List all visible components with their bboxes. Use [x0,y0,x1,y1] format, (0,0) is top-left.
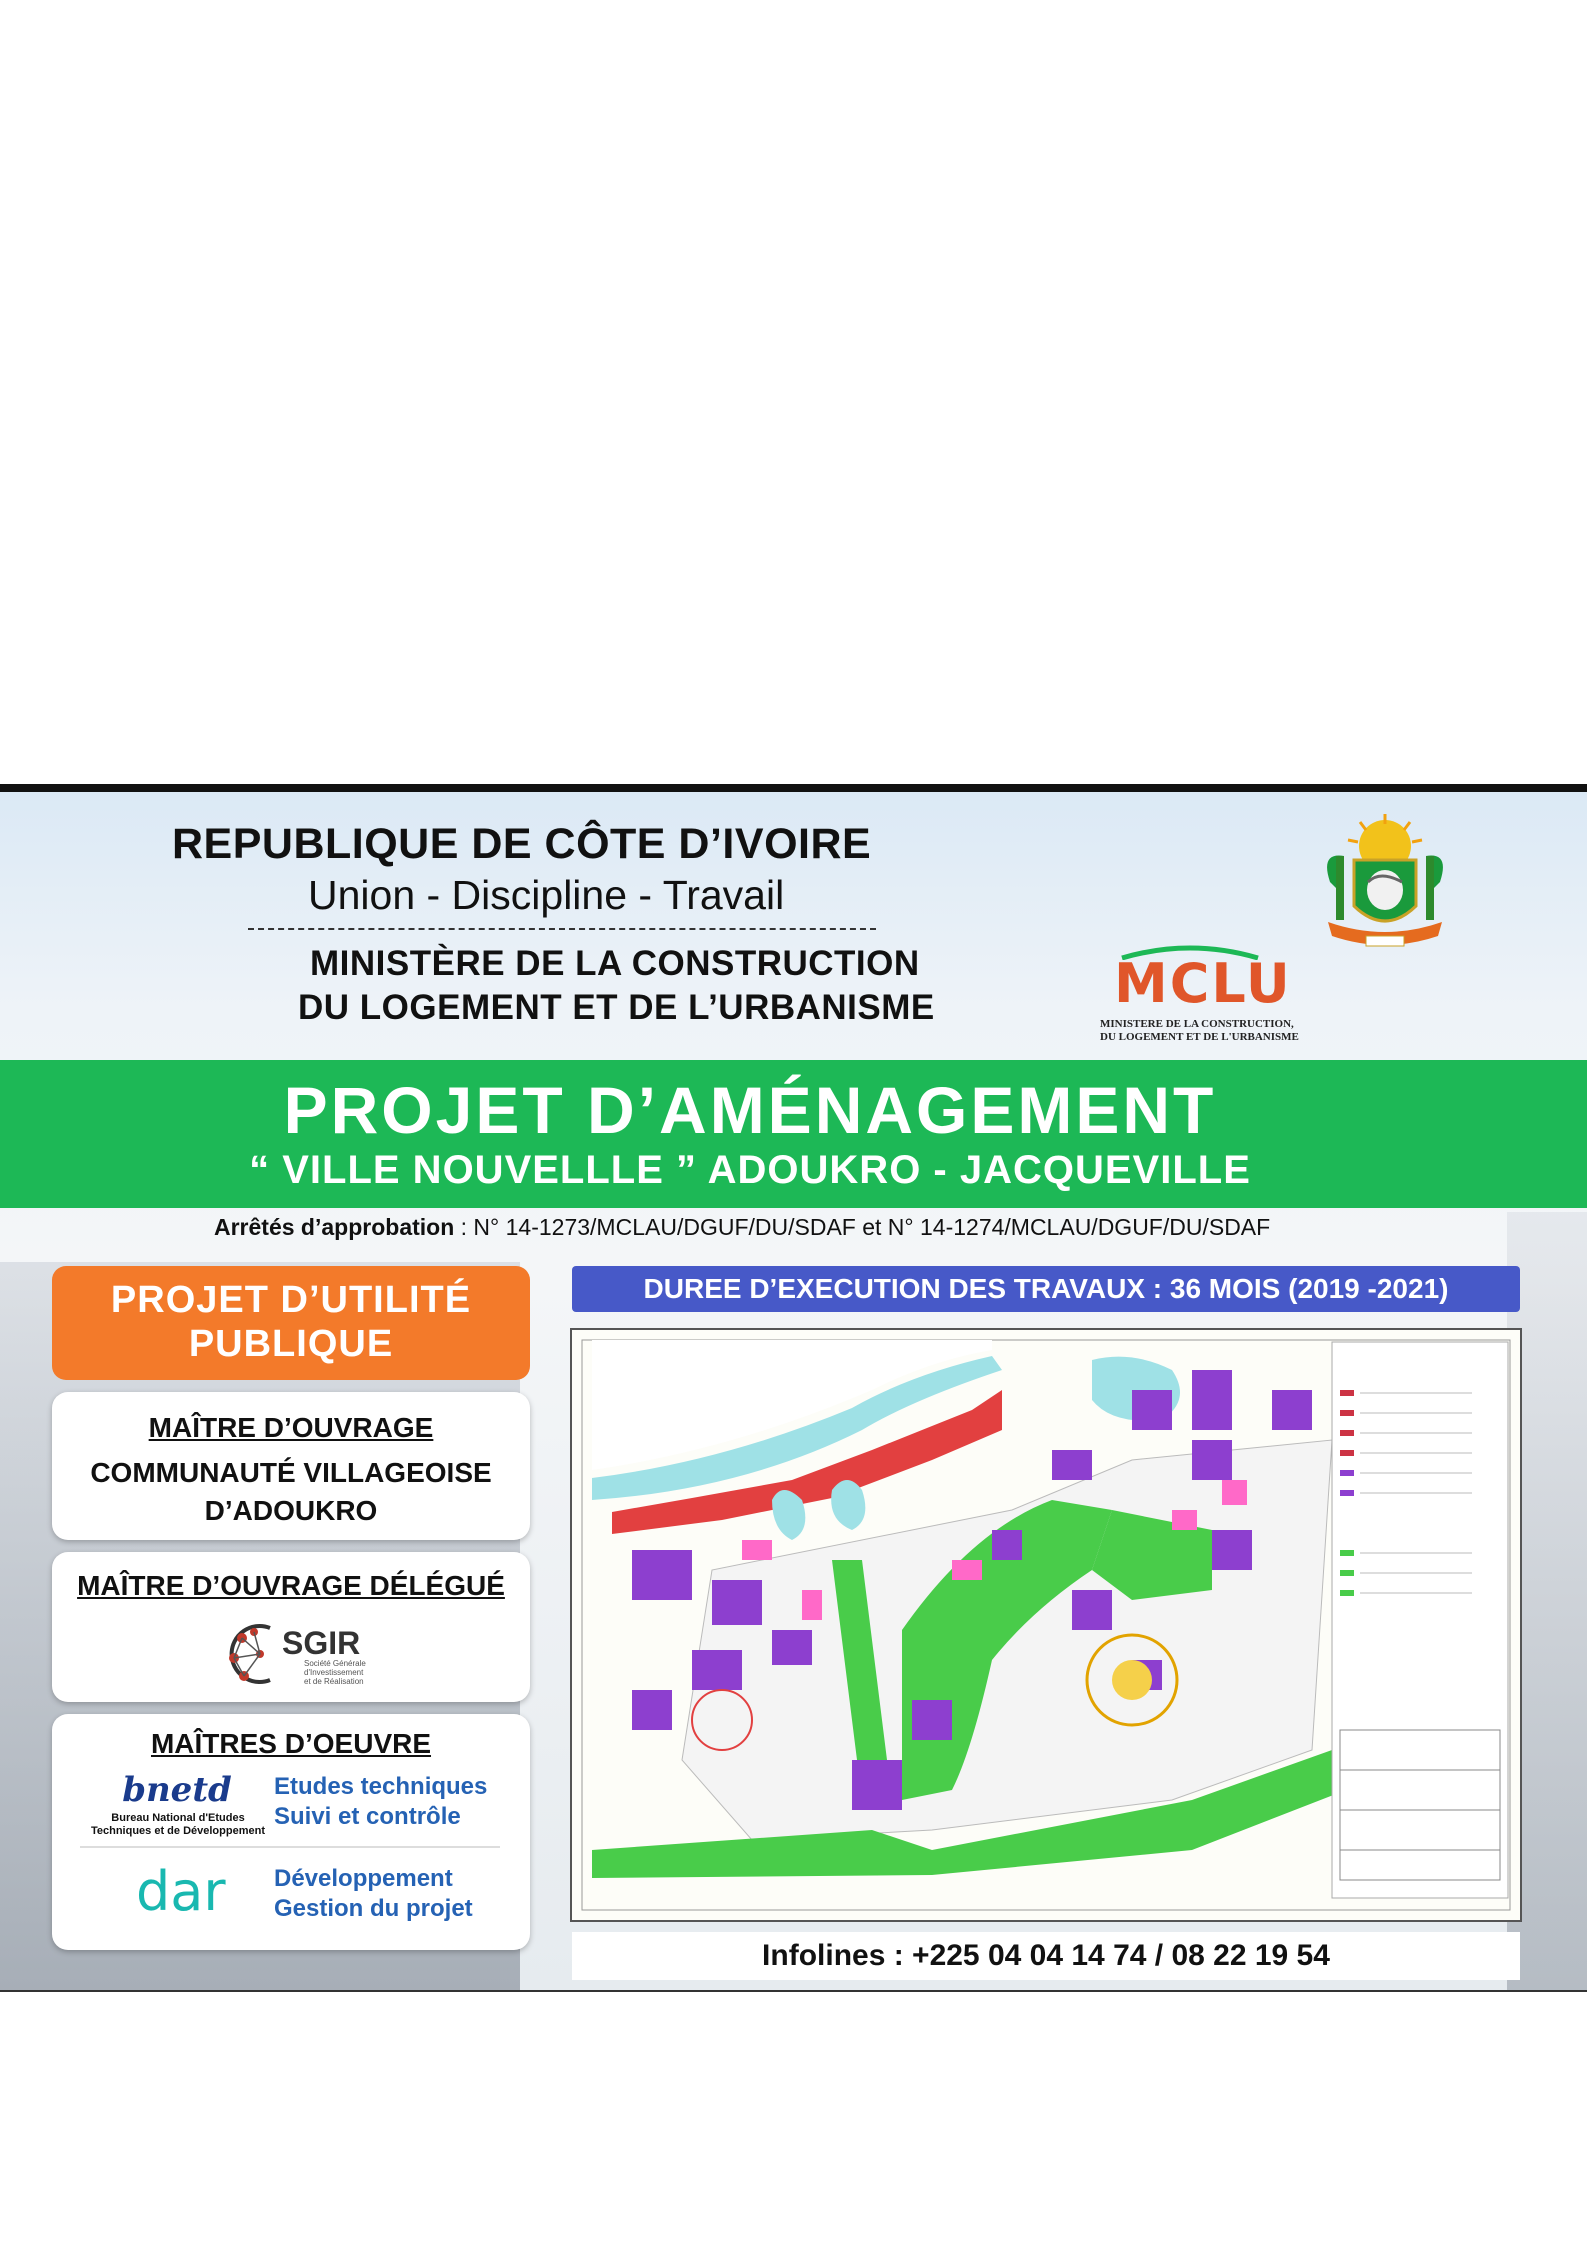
bnetd-sub2: Techniques et de Développement [90,1825,265,1837]
mclu-subtitle-line2: DU LOGEMENT ET DE L'URBANISME [1100,1031,1299,1043]
project-owner-line1: COMMUNAUTÉ VILLAGEOISE [90,1457,492,1488]
project-title: PROJET D’AMÉNAGEMENT [283,1073,1217,1147]
sgir-name: SGIR [282,1625,360,1661]
sgir-sub1: Société Générale [304,1659,366,1668]
mclu-subtitle-line1: MINISTERE DE LA CONSTRUCTION, [1100,1018,1294,1030]
dar-role2: Gestion du projet [274,1895,473,1922]
project-owner-heading: MAÎTRE D’OUVRAGE [148,1412,434,1443]
bnetd-logo: bnetd [122,1770,232,1810]
dar-logo-icon: dar [136,1860,226,1923]
bnetd-sub1: Bureau National d'Etudes [111,1812,245,1824]
sgir-logo-icon: SGIR Société Générale d'Investissement e… [229,1624,366,1686]
bnetd-logo-subtitle: Bureau National d'Etudes Techniques et d… [88,1812,268,1838]
ministry-name-line1: MINISTÈRE DE LA CONSTRUCTION [310,944,920,983]
national-motto: Union - Discipline - Travail [308,872,785,918]
public-utility-line2: PUBLIQUE [188,1323,394,1365]
dar-role1: Développement [274,1865,453,1892]
project-billboard: REPUBLIQUE DE CÔTE D’IVOIRE Union - Disc… [0,784,1587,1992]
bnetd-role2: Suivi et contrôle [274,1803,461,1830]
mclu-subtitle: MINISTERE DE LA CONSTRUCTION, DU LOGEMEN… [1100,1018,1299,1044]
delegated-owner-card: MAÎTRE D’OUVRAGE DÉLÉGUÉ SGIR Société Gé… [52,1552,530,1702]
approval-numbers: : N° 14-1273/MCLAU/DGUF/DU/SDAF et N° 14… [454,1214,1271,1240]
urban-plan-map [570,1328,1522,1922]
ministry-name-line2: DU LOGEMENT ET DE L’URBANISME [298,988,935,1027]
sgir-sub3: et de Réalisation [304,1677,364,1686]
project-title-banner: PROJET D’AMÉNAGEMENT “ VILLE NOUVELLLE ”… [0,1060,1587,1208]
contractors-card: MAÎTRES D’OEUVRE bnetd Bureau National d… [52,1714,530,1950]
project-owner-line2: D’ADOUKRO [204,1495,378,1526]
bnetd-role1: Etudes techniques [274,1773,488,1800]
country-name: REPUBLIQUE DE CÔTE D’IVOIRE [172,820,872,868]
public-utility-line1: PROJET D’UTILITÉ [110,1279,472,1321]
mclu-acronym: MCLU [1114,952,1292,1015]
delegated-owner-heading: MAÎTRE D’OUVRAGE DÉLÉGUÉ [77,1570,505,1601]
coat-of-arms-icon [1327,814,1443,947]
project-subtitle: “ VILLE NOUVELLLE ” ADOUKRO - JACQUEVILL… [249,1148,1251,1192]
sgir-sub2: d'Investissement [304,1668,364,1677]
works-duration-banner: DUREE D’EXECUTION DES TRAVAUX : 36 MOIS … [572,1266,1520,1312]
project-owner-card: MAÎTRE D’OUVRAGE COMMUNAUTÉ VILLAGEOISE … [52,1392,530,1540]
contractors-heading: MAÎTRES D’OEUVRE [150,1728,432,1759]
dashed-divider [248,928,876,930]
approval-label: Arrêtés d’approbation [214,1214,455,1240]
approval-decrees: Arrêtés d’approbation : N° 14-1273/MCLAU… [214,1214,1270,1241]
dar-logo: dar [136,1860,226,1923]
dar-roles: Développement Gestion du projet [274,1864,473,1924]
infolines-contact: Infolines : +225 04 04 14 74 / 08 22 19 … [572,1932,1520,1980]
bnetd-roles: Etudes techniques Suivi et contrôle [274,1772,487,1832]
urban-plan-map-icon [572,1330,1520,1920]
public-utility-badge: PROJET D’UTILITÉ PUBLIQUE [52,1266,530,1380]
contractors-divider [80,1846,500,1848]
mclu-logo: MCLU MINISTERE DE LA CONSTRUCTION, DU LO… [1098,944,1299,1054]
